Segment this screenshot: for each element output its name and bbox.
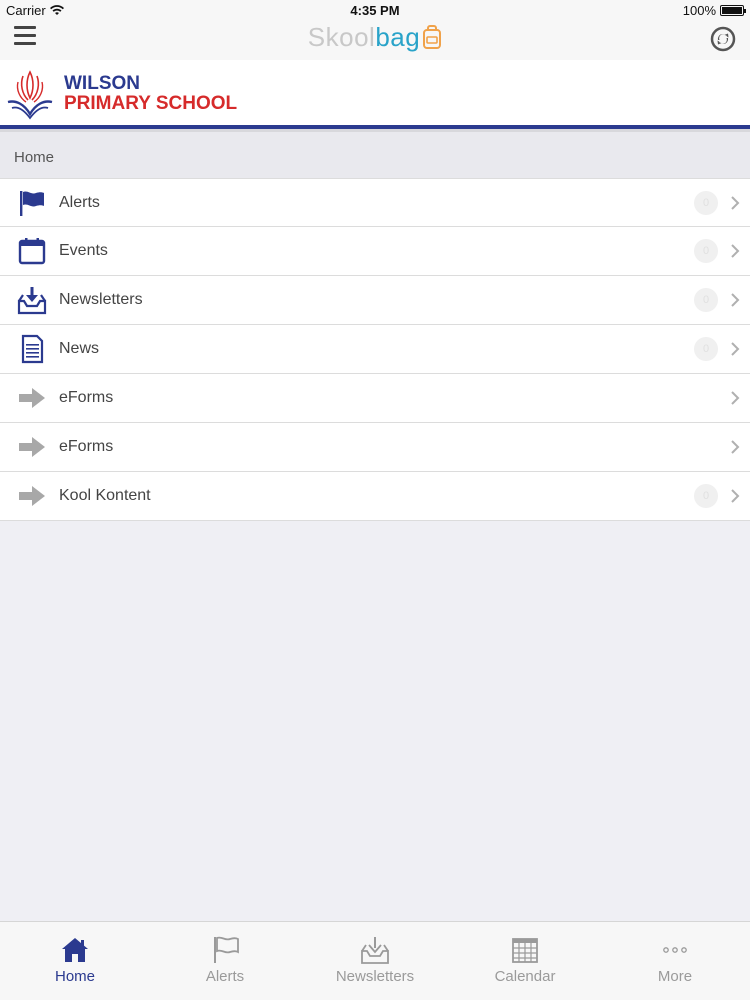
tab-label: Alerts bbox=[205, 968, 245, 985]
home-icon bbox=[62, 938, 88, 962]
chevron-right-icon bbox=[731, 440, 740, 454]
school-name-line1: WILSON bbox=[64, 73, 140, 94]
chevron-right-icon bbox=[731, 342, 740, 356]
arrow-right-icon bbox=[17, 481, 47, 511]
count-badge: 0 bbox=[694, 484, 718, 508]
menu-item-events[interactable]: Events 0 bbox=[0, 227, 750, 276]
skoolbag-logo: Skoolbag bbox=[0, 22, 750, 53]
tab-alerts[interactable]: Alerts bbox=[150, 922, 300, 1000]
arrow-right-icon bbox=[17, 432, 47, 462]
menu-item-alerts[interactable]: Alerts 0 bbox=[0, 178, 750, 227]
menu-item-label: Events bbox=[59, 242, 108, 259]
arrow-right-icon bbox=[17, 383, 47, 413]
status-bar: Carrier 4:35 PM 100% bbox=[0, 0, 750, 20]
menu-item-kool-kontent[interactable]: Kool Kontent 0 bbox=[0, 472, 750, 521]
count-badge: 0 bbox=[694, 239, 718, 263]
document-icon bbox=[17, 334, 47, 364]
more-dots-icon bbox=[663, 947, 687, 953]
menu-list: Alerts 0 Events 0 Newsletters 0 News 0 e… bbox=[0, 178, 750, 521]
count-badge: 0 bbox=[694, 191, 718, 215]
battery-icon bbox=[720, 5, 746, 16]
school-name-line2: PRIMARY SCHOOL bbox=[64, 93, 238, 114]
menu-item-news[interactable]: News 0 bbox=[0, 325, 750, 374]
nav-bar: Skoolbag bbox=[0, 20, 750, 60]
schoolbag-icon bbox=[423, 25, 442, 49]
school-name: WILSON PRIMARY SCHOOL bbox=[64, 74, 237, 114]
chevron-right-icon bbox=[731, 293, 740, 307]
chevron-right-icon bbox=[731, 196, 740, 210]
tab-label: Newsletters bbox=[335, 968, 415, 985]
menu-item-label: News bbox=[59, 340, 100, 357]
count-badge: 0 bbox=[694, 337, 718, 361]
tab-more[interactable]: More bbox=[600, 922, 750, 1000]
school-header: WILSON PRIMARY SCHOOL bbox=[0, 60, 750, 126]
tab-newsletters[interactable]: Newsletters bbox=[300, 922, 450, 1000]
flag-icon bbox=[214, 936, 239, 963]
school-crest-icon bbox=[7, 70, 53, 120]
menu-item-label: Alerts bbox=[59, 193, 100, 211]
menu-item-label: eForms bbox=[59, 389, 114, 406]
calendar-grid-icon bbox=[512, 938, 538, 963]
status-time: 4:35 PM bbox=[350, 3, 400, 18]
breadcrumb: Home bbox=[0, 132, 750, 178]
tab-calendar[interactable]: Calendar bbox=[450, 922, 600, 1000]
count-badge: 0 bbox=[694, 288, 718, 312]
menu-item-label: eForms bbox=[59, 438, 114, 455]
tab-label: More bbox=[657, 968, 693, 985]
battery-percent: 100% bbox=[682, 3, 716, 18]
flag-icon bbox=[17, 188, 47, 218]
status-right: 100% bbox=[682, 3, 746, 18]
chevron-right-icon bbox=[731, 489, 740, 503]
tab-label: Home bbox=[54, 968, 95, 985]
inbox-download-icon bbox=[17, 285, 47, 315]
menu-item-label: Newsletters bbox=[59, 291, 143, 308]
chevron-right-icon bbox=[731, 244, 740, 258]
calendar-icon bbox=[17, 236, 47, 266]
menu-item-newsletters[interactable]: Newsletters 0 bbox=[0, 276, 750, 325]
tab-bar: Home Alerts Newsletters Calendar More bbox=[0, 921, 750, 1000]
chevron-right-icon bbox=[731, 391, 740, 405]
sync-icon[interactable] bbox=[710, 26, 736, 52]
menu-item-eforms-2[interactable]: eForms bbox=[0, 423, 750, 472]
menu-item-eforms[interactable]: eForms bbox=[0, 374, 750, 423]
menu-item-label: Kool Kontent bbox=[59, 487, 151, 504]
tab-label: Calendar bbox=[494, 968, 556, 985]
tab-home[interactable]: Home bbox=[0, 922, 150, 1000]
inbox-download-icon bbox=[361, 937, 389, 964]
